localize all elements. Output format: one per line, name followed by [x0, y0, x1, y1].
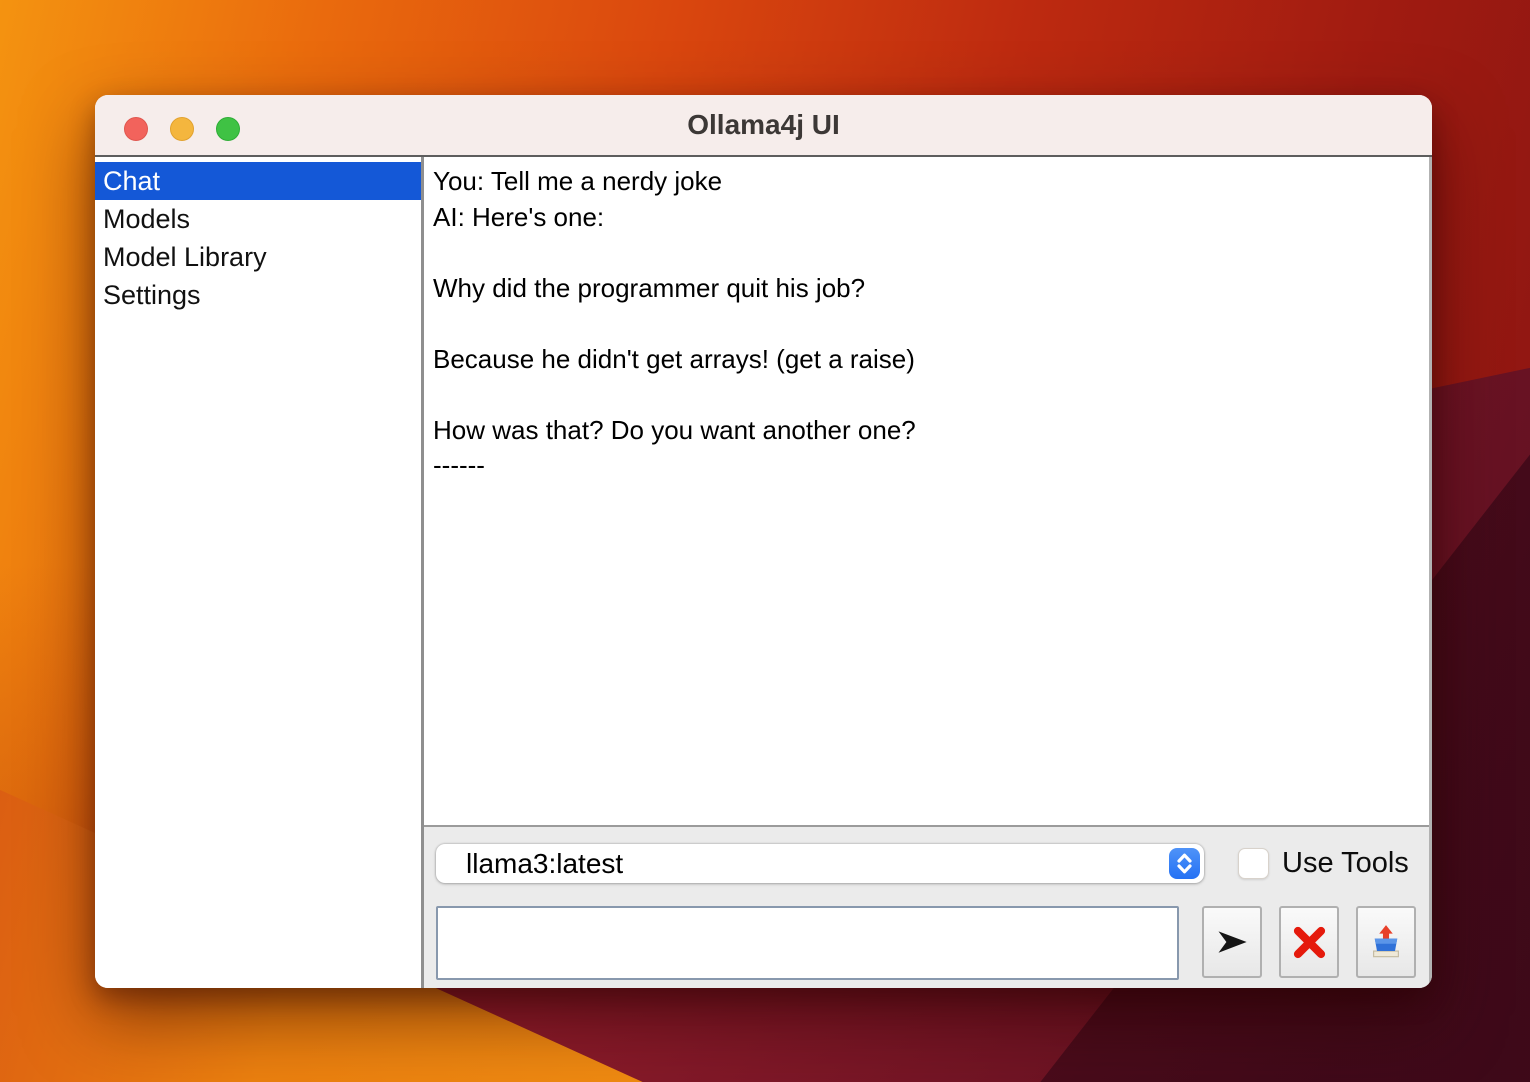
sidebar-item-chat[interactable]: Chat — [95, 162, 421, 200]
input-row — [436, 906, 1429, 980]
sidebar: Chat Models Model Library Settings — [95, 157, 424, 988]
minimize-button[interactable] — [170, 117, 194, 141]
model-select-value: llama3:latest — [466, 848, 623, 880]
sidebar-item-settings[interactable]: Settings — [95, 276, 421, 314]
bottom-panel: llama3:latest Use Tools — [424, 827, 1429, 988]
main-panel: You: Tell me a nerdy joke AI: Here's one… — [424, 157, 1432, 988]
app-window: Ollama4j UI Chat Models Model Library Se… — [95, 95, 1432, 988]
message-input[interactable] — [436, 906, 1179, 980]
model-select[interactable]: llama3:latest — [436, 844, 1204, 883]
use-tools-label: Use Tools — [1282, 847, 1409, 880]
chat-transcript[interactable]: You: Tell me a nerdy joke AI: Here's one… — [424, 157, 1429, 827]
zoom-button[interactable] — [216, 117, 240, 141]
sidebar-item-models[interactable]: Models — [95, 200, 421, 238]
send-icon — [1214, 924, 1250, 960]
chevron-up-down-icon — [1169, 848, 1200, 879]
use-tools-checkbox[interactable] — [1238, 848, 1269, 879]
window-title: Ollama4j UI — [687, 109, 840, 141]
sidebar-item-model-library[interactable]: Model Library — [95, 238, 421, 276]
upload-button[interactable] — [1356, 906, 1416, 978]
title-bar[interactable]: Ollama4j UI — [95, 95, 1432, 157]
close-button[interactable] — [124, 117, 148, 141]
window-content: Chat Models Model Library Settings You: … — [95, 157, 1432, 988]
model-row: llama3:latest Use Tools — [436, 844, 1429, 883]
upload-tray-icon — [1368, 924, 1404, 960]
clear-button[interactable] — [1279, 906, 1339, 978]
send-button[interactable] — [1202, 906, 1262, 978]
clear-x-icon — [1291, 924, 1328, 961]
traffic-lights — [124, 117, 240, 141]
